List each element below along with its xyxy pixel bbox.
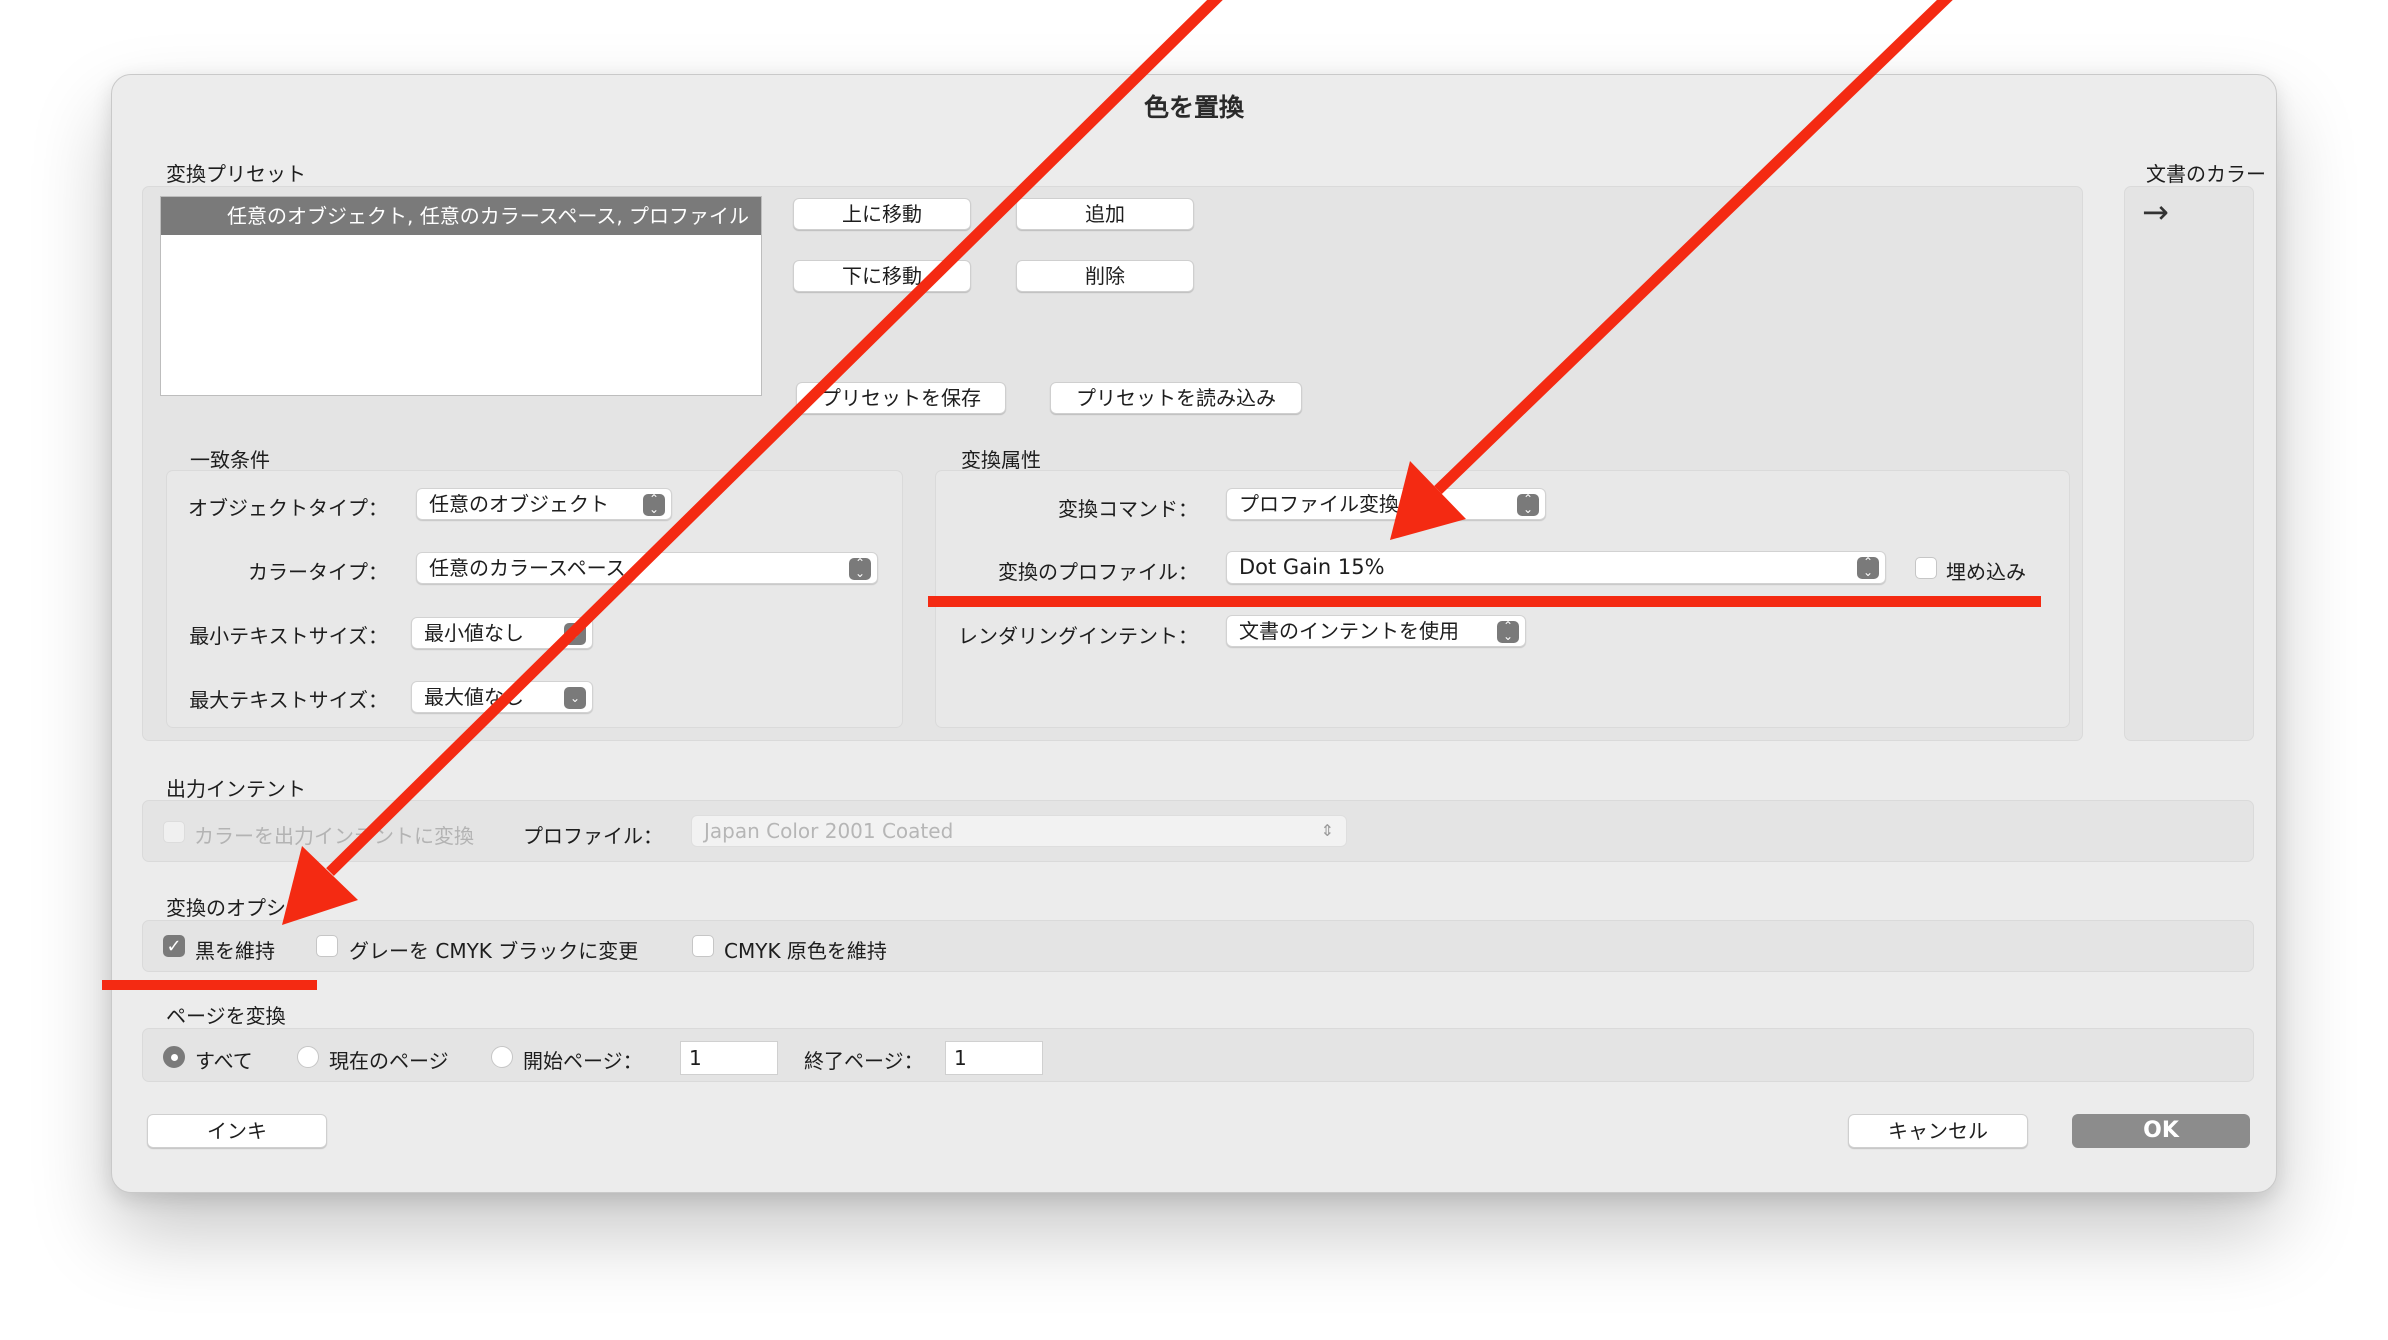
annotation-arrow-left	[282, 0, 1223, 925]
annotation-arrow-right	[1390, 0, 1953, 540]
annotation-arrows	[282, 0, 1953, 925]
